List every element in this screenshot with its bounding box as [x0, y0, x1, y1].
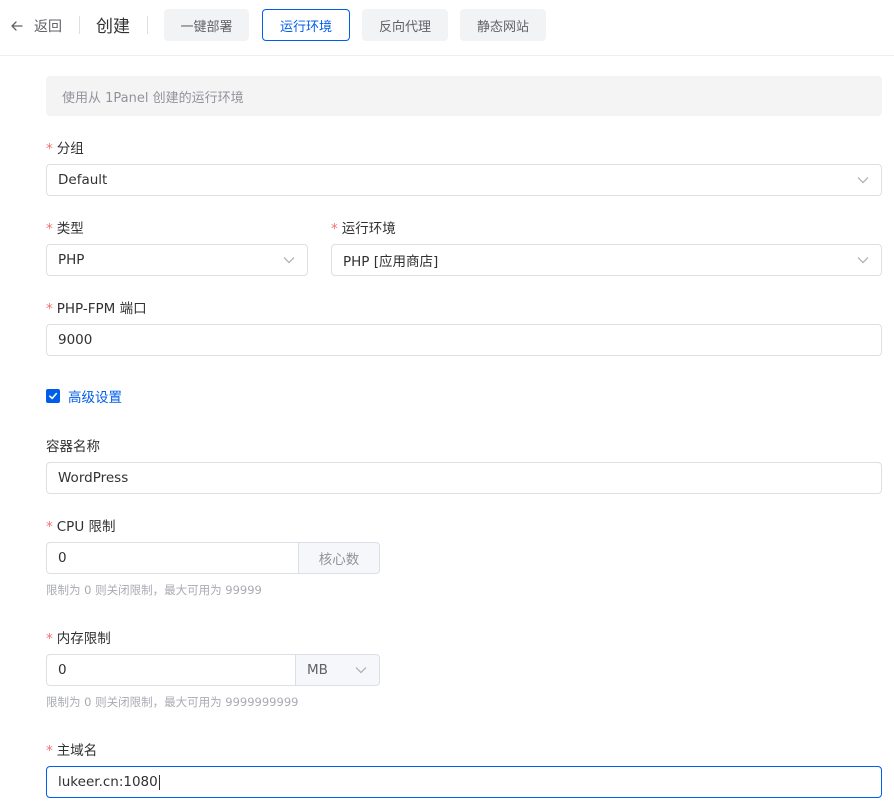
text-cursor: [158, 774, 160, 790]
memory-limit-hint: 限制为 0 则关闭限制，最大可用为 9999999999: [46, 695, 299, 709]
runtime-label: * 运行环境: [331, 221, 396, 237]
primary-domain-label: * 主域名: [46, 743, 98, 759]
group-select[interactable]: Default: [46, 164, 882, 196]
primary-domain-input[interactable]: lukeer.cn:1080: [46, 766, 882, 798]
chevron-down-icon: [355, 667, 367, 674]
type-select[interactable]: PHP: [46, 244, 308, 276]
memory-limit-label: * 内存限制: [46, 631, 111, 647]
header-divider: [147, 16, 148, 34]
type-label: * 类型: [46, 221, 84, 237]
tab-one-click-deploy[interactable]: 一键部署: [164, 9, 249, 41]
checkbox-checked-icon: [46, 389, 60, 403]
cpu-limit-input[interactable]: 0: [46, 542, 299, 574]
memory-unit-select[interactable]: MB: [295, 654, 380, 686]
chevron-down-icon: [857, 257, 869, 264]
memory-limit-input[interactable]: 0: [46, 654, 296, 686]
chevron-down-icon: [283, 257, 295, 264]
cpu-limit-hint: 限制为 0 则关闭限制，最大可用为 99999: [46, 583, 262, 597]
runtime-select[interactable]: PHP [应用商店]: [331, 244, 882, 276]
tab-runtime[interactable]: 运行环境: [262, 9, 350, 41]
chevron-down-icon: [857, 177, 869, 184]
back-button[interactable]: 返回: [10, 16, 62, 36]
container-name-input[interactable]: WordPress: [46, 462, 882, 494]
cpu-unit-addon: 核心数: [298, 542, 380, 574]
arrow-left-icon: [11, 21, 23, 31]
back-label: 返回: [34, 19, 62, 35]
container-name-label: 容器名称: [46, 439, 100, 455]
tab-static-site[interactable]: 静态网站: [460, 9, 546, 41]
fpm-port-input[interactable]: 9000: [46, 324, 882, 356]
info-alert: 使用从 1Panel 创建的运行环境: [46, 76, 882, 116]
advanced-settings-checkbox[interactable]: 高级设置: [46, 386, 122, 406]
header-divider: [79, 16, 80, 34]
cpu-limit-label: * CPU 限制: [46, 519, 116, 535]
page-title: 创建: [96, 17, 130, 37]
group-label: * 分组: [46, 141, 84, 157]
fpm-port-label: * PHP-FPM 端口: [46, 301, 147, 317]
tab-reverse-proxy[interactable]: 反向代理: [362, 9, 448, 41]
page-header: 返回 创建 一键部署 运行环境 反向代理 静态网站: [0, 0, 894, 56]
